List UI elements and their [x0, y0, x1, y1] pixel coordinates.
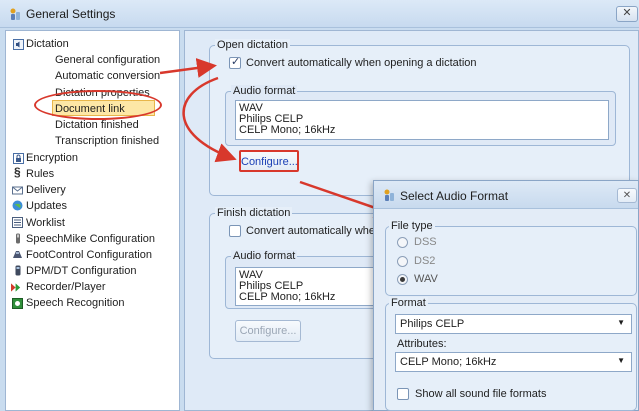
- open-audio-format-list: WAV Philips CELP CELP Mono; 16kHz: [235, 100, 609, 140]
- settings-tree: Dictation General configuration Automati…: [5, 30, 180, 411]
- open-convert-label: Convert automatically when opening a dic…: [246, 57, 477, 69]
- tree-item-dpm-dt-configuration[interactable]: DPM/DT Configuration: [26, 265, 136, 277]
- open-convert-checkbox[interactable]: [229, 55, 241, 69]
- tree-item-dictation[interactable]: Dictation: [26, 38, 69, 50]
- list-icon: [12, 217, 23, 228]
- tree-item-encryption[interactable]: Encryption: [26, 152, 78, 164]
- format-title: Format: [389, 297, 428, 309]
- lock-icon: [13, 153, 24, 164]
- tree-item-automatic-conversion[interactable]: Automatic conversion: [55, 70, 160, 82]
- tree-item-speechmike-configuration[interactable]: SpeechMike Configuration: [26, 233, 155, 245]
- tree-item-footcontrol-configuration[interactable]: FootControl Configuration: [26, 249, 152, 261]
- chevron-down-icon: ▼: [617, 318, 625, 327]
- show-all-formats-label: Show all sound file formats: [415, 388, 547, 400]
- dialog-close-button[interactable]: ✕: [617, 188, 637, 203]
- finish-convert-label: Convert automatically when f: [246, 225, 388, 237]
- radio-ds2-label: DS2: [414, 255, 436, 267]
- recorder-icon: [15, 265, 21, 276]
- tree-item-updates[interactable]: Updates: [26, 200, 67, 212]
- envelope-icon: [12, 186, 23, 195]
- globe-icon: [12, 200, 23, 211]
- radio-wav[interactable]: [397, 274, 408, 285]
- annotation-ellipse: [34, 90, 162, 120]
- close-button[interactable]: ✕: [616, 6, 638, 22]
- tree-item-worklist[interactable]: Worklist: [26, 217, 65, 229]
- finish-dictation-title: Finish dictation: [215, 207, 293, 219]
- play-icon: [11, 283, 21, 292]
- format-select[interactable]: Philips CELP ▼: [395, 314, 632, 334]
- file-type-title: File type: [389, 220, 435, 232]
- chevron-down-icon: ▼: [617, 356, 625, 365]
- open-audio-format-title: Audio format: [231, 85, 298, 97]
- show-all-formats-checkbox[interactable]: [397, 388, 409, 400]
- tree-item-delivery[interactable]: Delivery: [26, 184, 66, 196]
- tree-item-general-configuration[interactable]: General configuration: [55, 54, 160, 66]
- tree-item-recorder-player[interactable]: Recorder/Player: [26, 281, 105, 293]
- window-title: General Settings: [26, 7, 116, 21]
- radio-wav-label: WAV: [414, 273, 438, 285]
- select-audio-format-dialog: Select Audio Format ✕ File type DSS DS2 …: [373, 180, 639, 411]
- attributes-select-value: CELP Mono; 16kHz: [400, 356, 497, 368]
- finish-convert-checkbox[interactable]: [229, 225, 241, 237]
- dialog-app-icon: [384, 189, 394, 201]
- tree-item-transcription-finished[interactable]: Transcription finished: [55, 135, 159, 147]
- radio-ds2[interactable]: [397, 256, 408, 267]
- tree-item-speech-recognition[interactable]: Speech Recognition: [26, 297, 124, 309]
- radio-dss-label: DSS: [414, 236, 437, 248]
- list-item: CELP Mono; 16kHz: [239, 124, 336, 136]
- open-dictation-title: Open dictation: [215, 39, 290, 51]
- radio-dss[interactable]: [397, 237, 408, 248]
- format-select-value: Philips CELP: [400, 318, 465, 330]
- open-configure-button[interactable]: Configure...: [239, 150, 299, 172]
- speech-icon: [12, 298, 23, 309]
- footcontrol-icon: [13, 251, 22, 258]
- tree-item-dictation-finished[interactable]: Dictation finished: [55, 119, 139, 131]
- attributes-select[interactable]: CELP Mono; 16kHz ▼: [395, 352, 632, 372]
- section-icon: §: [14, 165, 21, 179]
- speaker-icon: [13, 39, 24, 50]
- finish-configure-button[interactable]: Configure...: [235, 320, 301, 342]
- microphone-icon: [16, 233, 20, 244]
- attributes-label: Attributes:: [397, 338, 447, 350]
- dialog-title: Select Audio Format: [400, 189, 509, 203]
- finish-audio-format-title: Audio format: [231, 250, 298, 262]
- app-icon: [10, 8, 20, 20]
- tree-item-rules[interactable]: Rules: [26, 168, 54, 180]
